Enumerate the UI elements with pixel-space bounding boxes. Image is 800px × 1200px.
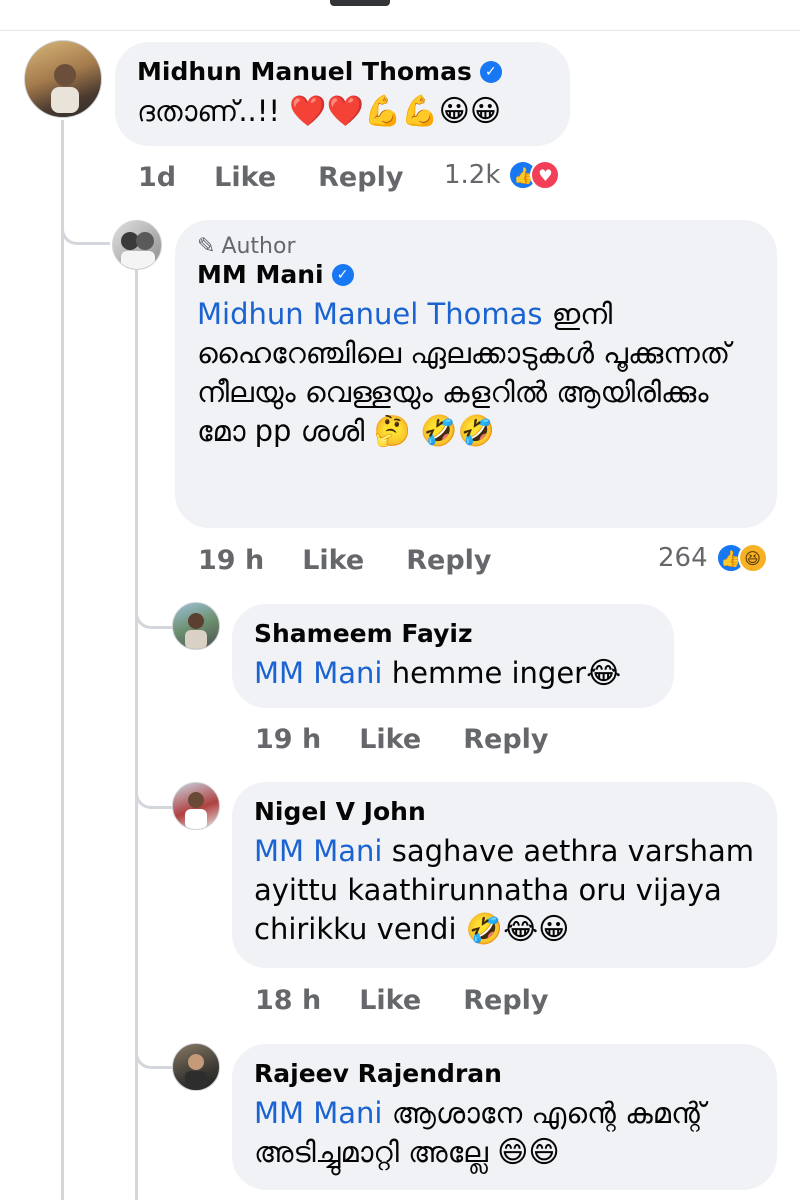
reply-button[interactable]: Reply [406,545,491,576]
comment-emojis: 🤔 [373,414,411,449]
reaction-count: 1.2k [444,160,501,190]
comment-bubble: Shameem Fayiz MM Mani hemme inger😂 [232,604,674,708]
comment-actions: 19 h Like Reply [198,545,492,576]
commenter-name[interactable]: Rajeev Rajendran [254,1058,502,1090]
thread-elbow [135,1030,174,1069]
person-icon [185,613,207,649]
comment-emojis: 😂 [586,656,622,691]
like-button[interactable]: Like [359,724,421,755]
comment-text: ദതാണ്..!! [137,94,281,128]
commenter-name[interactable]: Shameem Fayiz [254,618,473,650]
timestamp[interactable]: 18 h [255,985,321,1016]
like-button[interactable]: Like [302,545,364,576]
like-button[interactable]: Like [359,985,421,1016]
comment-emojis: 🤣😂😀 [465,912,570,947]
haha-icon: 😆 [737,543,768,573]
avatar[interactable] [24,40,102,118]
comment-actions: 1d Like Reply [138,162,403,193]
mention-link[interactable]: MM Mani [254,656,383,690]
verified-badge-icon: ✓ [331,264,354,286]
comment-text: hemme inger [391,656,587,690]
thread-elbow [61,190,110,245]
mention-link[interactable]: Midhun Manuel Thomas [197,297,542,331]
timestamp[interactable]: 19 h [198,545,264,576]
comment-emojis: 😄😄 [497,1135,560,1170]
comment-bubble: ✎ Author MM Mani ✓ Midhun Manuel Thomas … [175,220,777,528]
comment-actions: 18 h Like Reply [255,985,549,1016]
avatar[interactable] [112,220,162,270]
thread-elbow [135,770,174,809]
reply-button[interactable]: Reply [463,985,548,1016]
thread-elbow [135,590,174,629]
commenter-name[interactable]: Midhun Manuel Thomas [137,56,472,88]
person-icon [121,232,155,269]
avatar[interactable] [172,602,220,650]
love-icon: ♥ [530,160,561,190]
person-icon [185,1054,207,1090]
thread-line [61,120,64,1200]
mention-link[interactable]: MM Mani [254,1096,383,1130]
avatar[interactable] [172,1043,220,1091]
like-button[interactable]: Like [214,162,276,193]
comment-emojis: ❤️❤️💪💪😀😀 [289,94,502,129]
top-bar-cutoff [0,0,800,31]
reply-button[interactable]: Reply [318,162,403,193]
mention-link[interactable]: MM Mani [254,834,383,868]
pencil-icon: ✎ [197,234,216,259]
comment-bubble: Midhun Manuel Thomas ✓ ദതാണ്..!! ❤️❤️💪💪😀… [115,42,570,146]
verified-badge-icon: ✓ [479,61,502,83]
reaction-count: 264 [658,543,708,573]
reaction-summary[interactable]: 1.2k 👍 ♥ [444,160,561,190]
comment-bubble: Nigel V John MM Mani saghave aethra vars… [232,782,777,968]
comment-bubble: Rajeev Rajendran MM Mani ആശാനേ എന്റെ കമന… [232,1044,777,1190]
reply-button[interactable]: Reply [463,724,548,755]
person-icon [51,64,79,113]
comment-actions: 19 h Like Reply [255,724,549,755]
timestamp[interactable]: 19 h [255,724,321,755]
commenter-name[interactable]: Nigel V John [254,796,426,828]
avatar[interactable] [172,782,220,830]
cutoff-content [330,0,390,6]
author-badge: Author [221,234,296,259]
commenter-name[interactable]: MM Mani [197,259,324,291]
timestamp[interactable]: 1d [138,162,176,193]
reaction-summary[interactable]: 264 👍 😆 [658,543,768,573]
comment-emojis: 🤣🤣 [420,414,495,449]
person-icon [185,792,207,829]
